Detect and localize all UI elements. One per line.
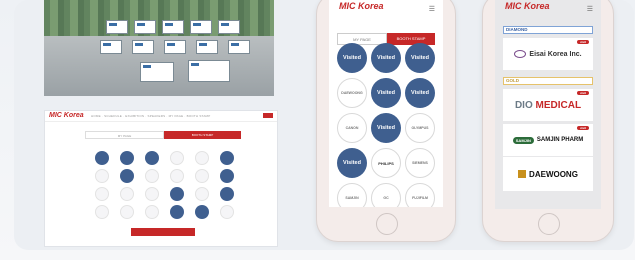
sponsor-name: SAMJIN PHARM (536, 137, 584, 143)
desktop-tabs: MY PAGE BOOTH STAMP (85, 131, 241, 139)
desktop-stamp-grid (89, 151, 239, 219)
desktop-topbar: MIC Korea HOME · SCHEDULE · EXHIBITION ·… (45, 111, 277, 122)
desktop-logo[interactable]: MIC Korea (49, 112, 84, 119)
stamp-unvisited[interactable] (94, 169, 109, 183)
sponsor-name: DAEWOONG (529, 169, 578, 179)
sponsor-card-eisai[interactable]: visit Eisai Korea Inc. (503, 38, 593, 70)
stamp-unvisited[interactable]: FUJIFILM (405, 183, 435, 207)
stamp-unvisited[interactable] (194, 187, 209, 201)
booth[interactable] (106, 20, 128, 34)
booth[interactable] (132, 40, 154, 54)
booth[interactable] (140, 62, 174, 82)
booth[interactable] (196, 40, 218, 54)
stamp-unvisited[interactable]: OLYMPUS (405, 113, 435, 143)
tier-gold-label: GOLD (503, 77, 593, 85)
hamburger-icon[interactable]: ☰ (429, 5, 435, 13)
sponsor-name: Eisai Korea Inc. (529, 50, 582, 58)
stamp-visited[interactable] (169, 187, 184, 201)
stamp-visited[interactable] (119, 169, 134, 183)
desktop-login-button[interactable] (263, 113, 273, 118)
phone-sponsors: MIC Korea ☰ DIAMOND visit Eisai Korea In… (482, 0, 614, 242)
stamp-visited[interactable] (219, 169, 234, 183)
stamp-unvisited[interactable] (219, 205, 234, 219)
booth[interactable] (190, 20, 212, 34)
stamp-unvisited[interactable] (94, 205, 109, 219)
stamp-unvisited[interactable] (169, 169, 184, 183)
sponsor-name-dio: DIO (514, 99, 533, 111)
stamp-visited[interactable]: Visited (337, 43, 367, 73)
stamp-visited[interactable]: Visited (405, 78, 435, 108)
expo-hall-preview (44, 0, 274, 96)
booth[interactable] (100, 40, 122, 54)
desktop-nav[interactable]: HOME · SCHEDULE · EXHIBITION · SPEAKERS … (91, 114, 210, 118)
stamp-unvisited[interactable] (119, 205, 134, 219)
sponsor-card-dio[interactable]: visit DIO MEDICAL (503, 89, 593, 121)
stamp-unvisited[interactable]: CANON (337, 113, 367, 143)
stamp-visited[interactable] (119, 151, 134, 165)
stamp-unvisited[interactable] (119, 187, 134, 201)
mobile-stamp-grid: Visited Visited Visited DAEWOONG Visited Visi… (335, 43, 437, 207)
booth[interactable] (134, 20, 156, 34)
stamp-unvisited[interactable]: GC (371, 183, 401, 207)
stamp-visited[interactable] (144, 151, 159, 165)
sponsor-name-medical: MEDICAL (535, 99, 582, 111)
stamp-visited[interactable]: Visited (371, 113, 401, 143)
stamp-unvisited[interactable] (194, 151, 209, 165)
visit-badge[interactable]: visit (576, 40, 589, 44)
samjin-logo-icon: SAMJIN (512, 136, 534, 144)
stamp-unvisited[interactable] (169, 151, 184, 165)
stamp-unvisited[interactable] (144, 187, 159, 201)
stamp-visited[interactable]: Visited (371, 78, 401, 108)
booth[interactable] (188, 60, 230, 82)
booth[interactable] (218, 20, 240, 34)
tab-my-page[interactable]: MY PAGE (85, 131, 164, 139)
stamp-unvisited[interactable]: PHILIPS (371, 148, 401, 178)
booth[interactable] (162, 20, 184, 34)
visit-badge[interactable]: visit (576, 91, 589, 95)
mobile-logo[interactable]: MIC Korea (505, 1, 550, 11)
desktop-stamp-page: MIC Korea HOME · SCHEDULE · EXHIBITION ·… (44, 110, 278, 247)
stamp-visited[interactable] (169, 205, 184, 219)
stamp-unvisited[interactable] (94, 187, 109, 201)
daewoong-logo-icon (518, 170, 527, 178)
stamp-unvisited[interactable] (144, 169, 159, 183)
hamburger-icon[interactable]: ☰ (587, 5, 593, 13)
phone-sponsors-screen: MIC Korea ☰ DIAMOND visit Eisai Korea In… (495, 0, 601, 209)
stamp-unvisited[interactable]: SAMJIN (337, 183, 367, 207)
stamp-unvisited[interactable] (144, 205, 159, 219)
home-button[interactable] (538, 213, 560, 235)
home-button[interactable] (376, 213, 398, 235)
sponsor-card-daewoong[interactable]: DAEWOONG (503, 157, 593, 191)
stamp-visited[interactable] (94, 151, 109, 165)
desktop-submit-button[interactable] (131, 228, 195, 236)
visit-badge[interactable]: visit (576, 126, 589, 130)
eisai-logo-icon (514, 50, 527, 58)
stamp-visited[interactable] (194, 205, 209, 219)
stamp-visited[interactable] (219, 187, 234, 201)
tab-booth-stamp[interactable]: BOOTH STAMP (164, 131, 241, 139)
mobile-logo[interactable]: MIC Korea (339, 1, 384, 11)
tier-diamond-label: DIAMOND (503, 26, 593, 34)
stamp-unvisited[interactable]: DAEWOONG (337, 78, 367, 108)
stamp-unvisited[interactable] (194, 169, 209, 183)
stamp-visited[interactable]: Visited (405, 43, 435, 73)
sponsor-card-samjin[interactable]: visit SAMJIN SAMJIN PHARM (503, 124, 593, 156)
stamp-visited[interactable] (219, 151, 234, 165)
stamp-visited[interactable]: Visited (337, 148, 367, 178)
stamp-unvisited[interactable]: SIEMENS (405, 148, 435, 178)
stamp-visited[interactable]: Visited (371, 43, 401, 73)
phone-stamp-screen: MIC Korea ☰ MY PAGE BOOTH STAMP Visited V… (329, 0, 443, 207)
booth[interactable] (228, 40, 250, 54)
phone-stamp: MIC Korea ☰ MY PAGE BOOTH STAMP Visited V… (316, 0, 456, 242)
booth[interactable] (164, 40, 186, 54)
